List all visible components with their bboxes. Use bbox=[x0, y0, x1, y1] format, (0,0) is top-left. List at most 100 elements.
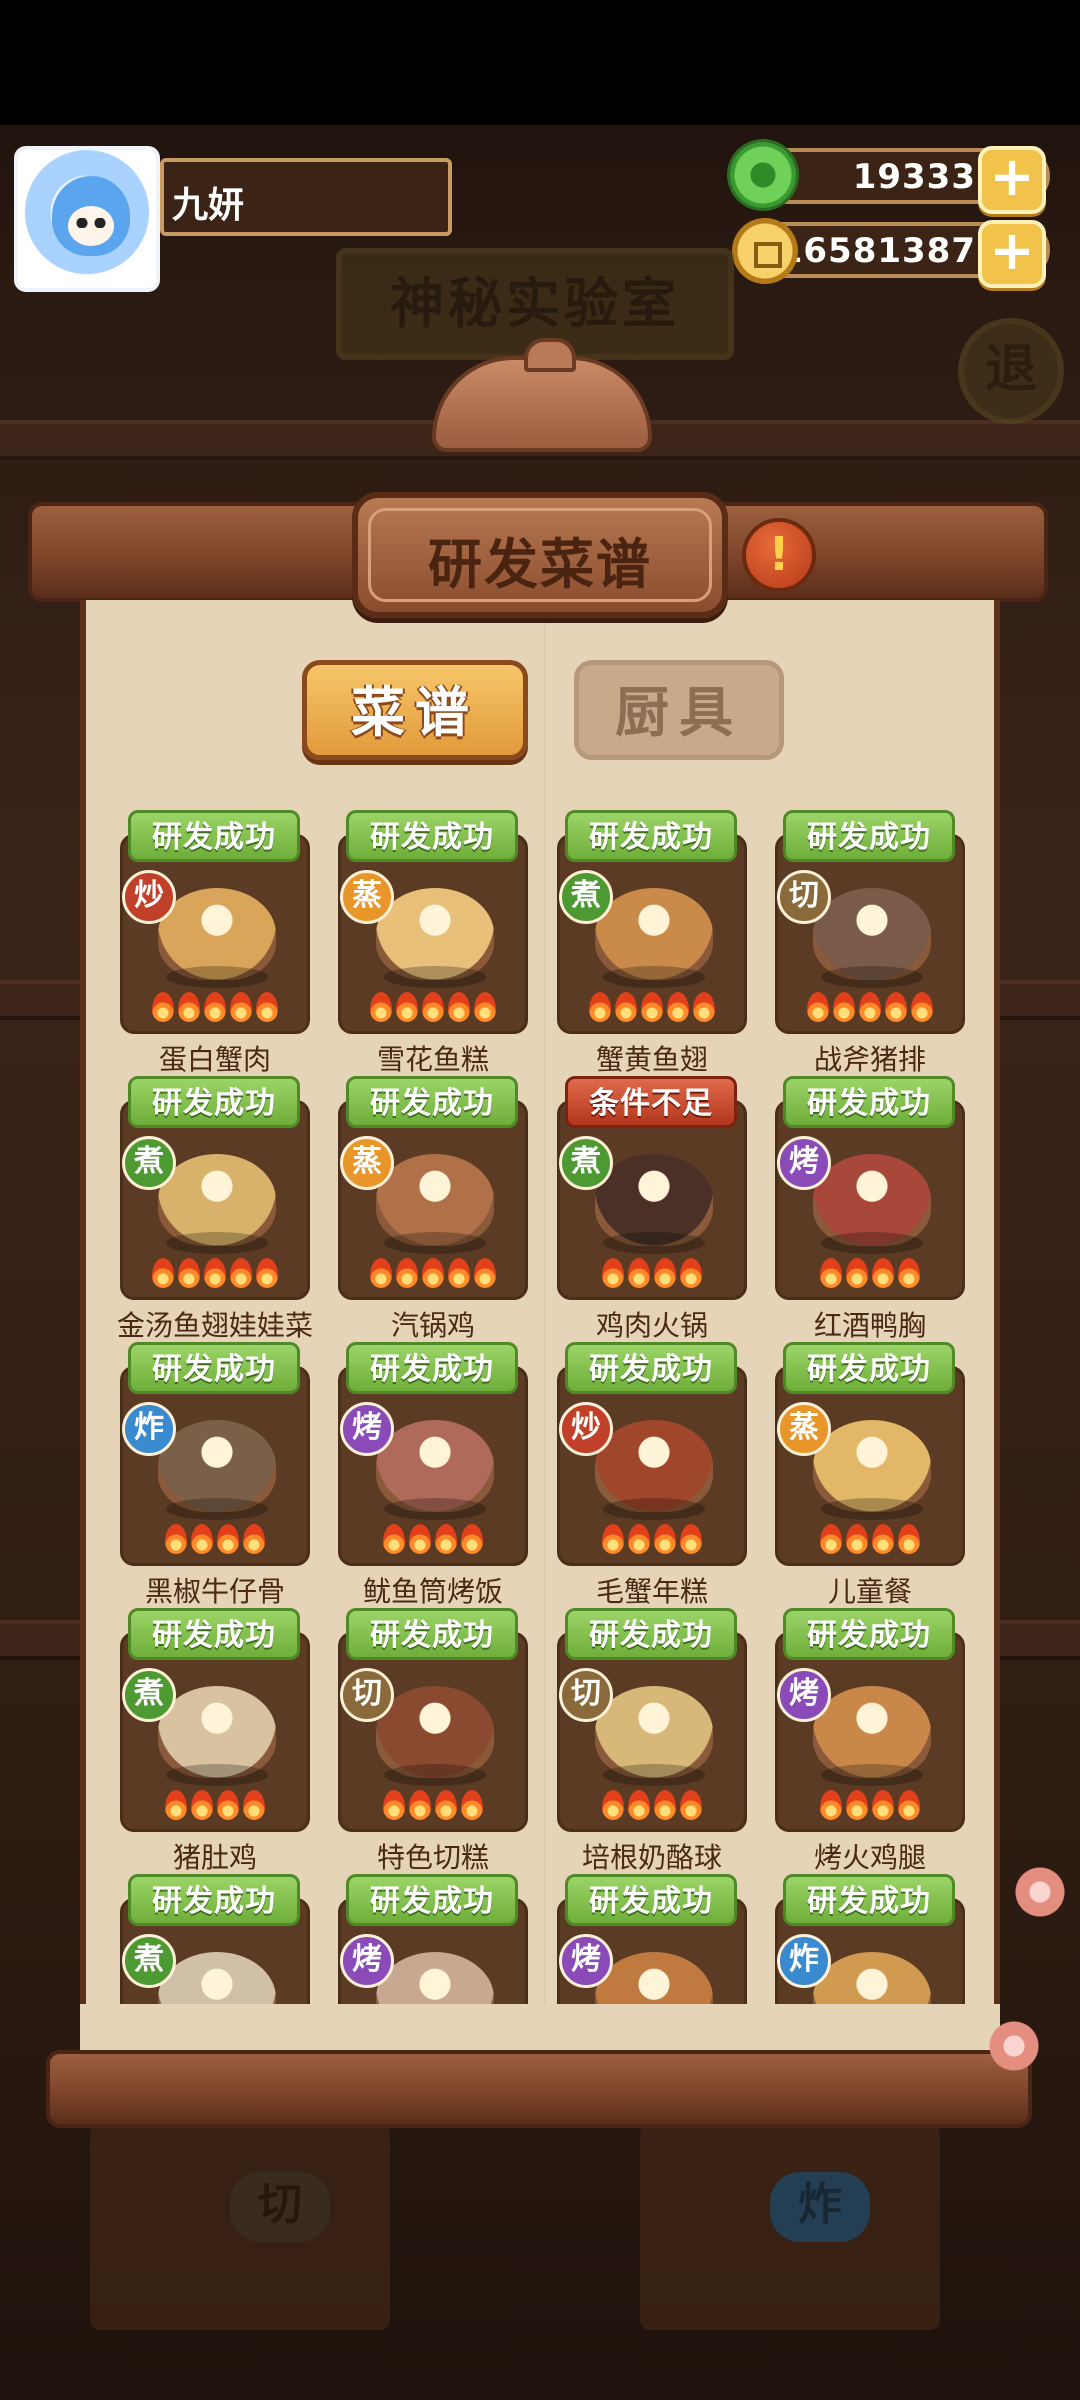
avatar-character bbox=[52, 176, 130, 256]
recipe-name: 培根奶酪球 bbox=[581, 1841, 722, 1874]
gold-amount: 16581387 bbox=[778, 231, 976, 271]
flame-icon bbox=[178, 992, 200, 1022]
flame-icon bbox=[191, 1524, 213, 1554]
panel-title-plaque: 研发菜谱 bbox=[352, 492, 728, 618]
difficulty-flames bbox=[775, 1790, 965, 1820]
flame-icon bbox=[217, 1790, 239, 1820]
flame-icon bbox=[807, 992, 829, 1022]
recipe-status-badge: 研发成功 bbox=[128, 810, 300, 862]
recipe-name: 猪肚鸡 bbox=[172, 1841, 257, 1874]
flame-icon bbox=[589, 992, 611, 1022]
recipe-name: 蟹黄鱼翅 bbox=[595, 1043, 708, 1076]
dish-image bbox=[376, 1154, 494, 1254]
recipe-name: 蛋白蟹肉 bbox=[158, 1043, 271, 1076]
flame-icon bbox=[846, 1258, 868, 1288]
recipe-card[interactable]: 研发成功烤红酒鸭胸 bbox=[775, 1076, 965, 1342]
add-gold-button[interactable]: + bbox=[978, 220, 1046, 288]
recipe-name: 特色切糕 bbox=[376, 1841, 489, 1874]
flame-icon bbox=[820, 1790, 842, 1820]
cooking-method-badge: 烤 bbox=[559, 1934, 613, 1988]
flame-icon bbox=[872, 1258, 894, 1288]
exclamation-icon[interactable]: ! bbox=[742, 518, 816, 592]
cooking-method-badge: 蒸 bbox=[340, 1136, 394, 1190]
recipe-name: 鱿鱼筒烤饭 bbox=[362, 1575, 503, 1608]
player-name-box: 九妍 bbox=[160, 158, 452, 236]
difficulty-flames bbox=[775, 992, 965, 1022]
recipe-status-badge: 研发成功 bbox=[128, 1076, 300, 1128]
flame-icon bbox=[396, 992, 418, 1022]
recipe-status-badge: 研发成功 bbox=[783, 810, 955, 862]
flame-icon bbox=[898, 1524, 920, 1554]
flame-icon bbox=[422, 1258, 444, 1288]
recipe-card[interactable]: 条件不足煮鸡肉火锅 bbox=[557, 1076, 747, 1342]
blossom-decoration bbox=[984, 2016, 1044, 2076]
recipe-card[interactable]: 研发成功煮金汤鱼翅娃娃菜 bbox=[117, 1076, 313, 1342]
dish-image bbox=[595, 1154, 713, 1254]
difficulty-flames bbox=[557, 1790, 747, 1820]
dish-image bbox=[376, 888, 494, 988]
flame-icon bbox=[667, 992, 689, 1022]
recipe-status-badge: 研发成功 bbox=[346, 1874, 518, 1926]
recipe-card[interactable]: 研发成功蒸儿童餐 bbox=[775, 1342, 965, 1608]
dish-image bbox=[158, 1154, 276, 1254]
tab-recipes[interactable]: 菜谱 bbox=[302, 660, 528, 760]
recipe-card[interactable]: 研发成功烤烤火鸡腿 bbox=[775, 1608, 965, 1874]
cooking-method-badge: 烤 bbox=[340, 1402, 394, 1456]
scroll-fade bbox=[80, 2004, 1000, 2050]
difficulty-flames bbox=[338, 992, 528, 1022]
cooking-method-badge: 煮 bbox=[122, 1668, 176, 1722]
cooking-method-badge: 煮 bbox=[559, 1136, 613, 1190]
recipe-status-badge: 研发成功 bbox=[783, 1874, 955, 1926]
difficulty-flames bbox=[120, 1524, 310, 1554]
flame-icon bbox=[628, 1524, 650, 1554]
flame-icon bbox=[474, 992, 496, 1022]
recipe-card[interactable]: 研发成功煮蟹黄鱼翅 bbox=[557, 810, 747, 1076]
cooking-method-badge: 炒 bbox=[559, 1402, 613, 1456]
add-jade-button[interactable]: + bbox=[978, 146, 1046, 214]
recipe-status-badge: 研发成功 bbox=[565, 1342, 737, 1394]
recipe-name: 烤火鸡腿 bbox=[813, 1841, 926, 1874]
recipe-card[interactable]: 研发成功蒸汽锅鸡 bbox=[338, 1076, 528, 1342]
recipe-card[interactable]: 研发成功蒸雪花鱼糕 bbox=[338, 810, 528, 1076]
flame-icon bbox=[435, 1524, 457, 1554]
flame-icon bbox=[898, 1790, 920, 1820]
recipe-card[interactable]: 研发成功炒毛蟹年糕 bbox=[557, 1342, 747, 1608]
recipe-name: 雪花鱼糕 bbox=[376, 1043, 489, 1076]
recipe-card[interactable]: 研发成功煮猪肚鸡 bbox=[120, 1608, 310, 1874]
dish-image bbox=[813, 1420, 931, 1520]
flame-icon bbox=[370, 1258, 392, 1288]
flame-icon bbox=[165, 1524, 187, 1554]
flame-icon bbox=[693, 992, 715, 1022]
difficulty-flames bbox=[557, 1524, 747, 1554]
flame-icon bbox=[680, 1258, 702, 1288]
recipe-card[interactable]: 研发成功烤鱿鱼筒烤饭 bbox=[338, 1342, 528, 1608]
recipe-card[interactable]: 研发成功炸黑椒牛仔骨 bbox=[120, 1342, 310, 1608]
flame-icon bbox=[911, 992, 933, 1022]
tab-cookware[interactable]: 厨具 bbox=[574, 660, 784, 760]
recipe-card[interactable]: 研发成功切培根奶酪球 bbox=[557, 1608, 747, 1874]
flame-icon bbox=[680, 1790, 702, 1820]
flame-icon bbox=[602, 1524, 624, 1554]
cooking-method-badge: 烤 bbox=[777, 1668, 831, 1722]
difficulty-flames bbox=[338, 1258, 528, 1288]
dish-image bbox=[595, 1420, 713, 1520]
difficulty-flames bbox=[557, 1258, 747, 1288]
flame-icon bbox=[846, 1790, 868, 1820]
difficulty-flames bbox=[120, 1790, 310, 1820]
cooking-method-badge: 烤 bbox=[340, 1934, 394, 1988]
flame-icon bbox=[846, 1524, 868, 1554]
flame-icon bbox=[885, 992, 907, 1022]
recipe-card[interactable]: 研发成功切特色切糕 bbox=[338, 1608, 528, 1874]
recipe-status-badge: 研发成功 bbox=[565, 1608, 737, 1660]
recipe-card[interactable]: 研发成功炒蛋白蟹肉 bbox=[120, 810, 310, 1076]
jade-coin-icon bbox=[730, 142, 796, 208]
dish-image bbox=[813, 888, 931, 988]
dish-image bbox=[595, 1686, 713, 1786]
cooking-method-badge: 切 bbox=[777, 870, 831, 924]
cooking-method-badge: 煮 bbox=[122, 1136, 176, 1190]
recipe-status-badge: 研发成功 bbox=[565, 810, 737, 862]
recipe-name: 汽锅鸡 bbox=[390, 1309, 475, 1342]
recipe-card[interactable]: 研发成功切战斧猪排 bbox=[775, 810, 965, 1076]
player-avatar[interactable] bbox=[14, 146, 160, 292]
flame-icon bbox=[383, 1790, 405, 1820]
